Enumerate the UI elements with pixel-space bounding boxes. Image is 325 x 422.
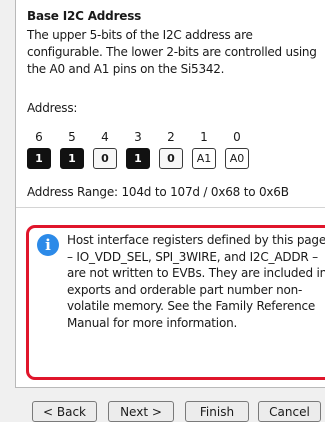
bit-3-toggle[interactable]: 1 xyxy=(126,148,150,169)
bit-number: 1 xyxy=(200,130,208,144)
bit-number: 2 xyxy=(167,130,175,144)
bit-5-toggle[interactable]: 1 xyxy=(60,148,84,169)
wizard-buttons: < Back Next > Finish Cancel xyxy=(0,401,325,422)
bit-6-toggle[interactable]: 1 xyxy=(27,148,51,169)
address-range: Address Range: 104d to 107d / 0x68 to 0x… xyxy=(27,185,289,199)
bit-2-toggle[interactable]: 0 xyxy=(159,148,183,169)
back-button[interactable]: < Back xyxy=(32,401,97,422)
bit-number: 4 xyxy=(101,130,109,144)
bit-number: 0 xyxy=(233,130,241,144)
address-bits: 6 5 4 3 2 1 0 1 1 0 1 0 A1 A0 xyxy=(27,130,287,176)
settings-panel: Base I2C Address The upper 5-bits of the… xyxy=(15,0,325,388)
bit-number: 5 xyxy=(68,130,76,144)
address-label: Address: xyxy=(27,101,78,115)
bit-1-pin-a1: A1 xyxy=(192,148,216,169)
info-icon: i xyxy=(37,234,59,256)
next-button[interactable]: Next > xyxy=(108,401,174,422)
cancel-button[interactable]: Cancel xyxy=(258,401,321,422)
bit-4-toggle[interactable]: 0 xyxy=(93,148,117,169)
section-title: Base I2C Address xyxy=(27,9,142,23)
info-note-text: Host interface registers defined by this… xyxy=(67,233,325,330)
section-description: The upper 5-bits of the I2C address are … xyxy=(27,28,317,76)
divider xyxy=(16,207,325,208)
bit-0-pin-a0: A0 xyxy=(225,148,249,169)
bit-number: 3 xyxy=(134,130,142,144)
bit-number: 6 xyxy=(35,130,43,144)
finish-button[interactable]: Finish xyxy=(185,401,249,422)
info-note: i Host interface registers defined by th… xyxy=(26,225,325,380)
